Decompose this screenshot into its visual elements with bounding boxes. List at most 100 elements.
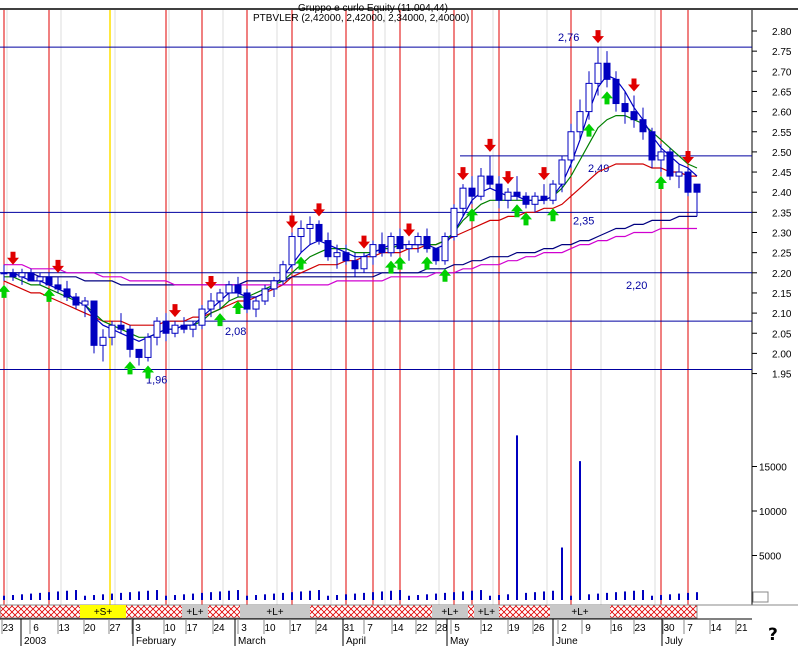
candle-body [90, 300, 98, 346]
candle-body [387, 236, 395, 254]
candle-body [369, 244, 377, 258]
candle-body [126, 328, 134, 350]
candle-body [684, 171, 692, 193]
price-tick-label: 2.50 [772, 148, 792, 159]
candle-body [657, 151, 665, 161]
day-tick-label: 14 [710, 623, 722, 634]
candle-body [630, 111, 638, 121]
day-tick-label: 26 [533, 623, 545, 634]
candle-body [549, 183, 557, 201]
candle-body [63, 288, 71, 298]
price-tick-label: 2.55 [772, 128, 792, 139]
help-icon[interactable]: ? [768, 625, 778, 645]
candle-body [675, 171, 683, 177]
price-tick-label: 2.00 [772, 349, 792, 360]
candle-body [279, 264, 287, 282]
candle-body [621, 103, 629, 113]
day-tick-label: 10 [164, 623, 176, 634]
signal-segment-label: +L+ [571, 607, 588, 618]
price-tick-label: 1.95 [772, 370, 792, 381]
sell-signal-arrow [457, 167, 469, 181]
candle-body [351, 260, 359, 270]
buy-signal-arrow [421, 256, 433, 270]
candle-body [261, 288, 269, 302]
sell-signal-arrow [592, 30, 604, 44]
sell-signal-arrow [7, 251, 19, 265]
sell-signal-arrow [502, 171, 514, 185]
candle-body [693, 183, 701, 193]
candle-body [477, 175, 485, 197]
candle-body [153, 320, 161, 338]
sell-signal-arrow [313, 203, 325, 217]
price-tick-label: 2.60 [772, 108, 792, 119]
price-tick-label: 2.25 [772, 249, 792, 260]
buy-signal-arrow [124, 361, 136, 375]
day-tick-label: 17 [186, 623, 198, 634]
candle-body [648, 131, 656, 161]
sell-signal-arrow [403, 223, 415, 237]
month-label: March [238, 636, 266, 647]
candle-body [522, 195, 530, 205]
volume-tick-label: 15000 [759, 463, 787, 474]
candle-body [171, 324, 179, 334]
candle-body [225, 284, 233, 294]
sell-signal-arrow [358, 235, 370, 249]
day-tick-label: 17 [290, 623, 302, 634]
candle-body [27, 272, 35, 282]
signal-segment-label: +L+ [186, 607, 203, 618]
candle-body [18, 272, 26, 278]
candle-body [504, 191, 512, 201]
candle-body [558, 159, 566, 185]
moving-average-line [3, 163, 697, 326]
price-tick-label: 2.80 [772, 27, 792, 38]
sell-signal-arrow [682, 151, 694, 165]
candle-body [162, 320, 170, 334]
signal-segment-label: +L+ [266, 607, 283, 618]
candle-body [414, 236, 422, 246]
day-tick-label: 10 [264, 623, 276, 634]
sell-signal-arrow [628, 78, 640, 92]
candle-body [468, 187, 476, 197]
day-tick-label: 14 [392, 623, 404, 634]
price-tick-label: 2.40 [772, 188, 792, 199]
day-tick-label: 6 [33, 623, 39, 634]
month-label: April [346, 636, 366, 647]
volume-tick-label: 10000 [759, 507, 787, 518]
signal-segment-label: +L+ [478, 607, 495, 618]
candle-body [594, 62, 602, 84]
buy-signal-arrow [394, 256, 406, 270]
candle-body [342, 252, 350, 262]
candle-body [288, 236, 296, 266]
buy-signal-arrow [547, 208, 559, 222]
volume-tick-label: 5000 [759, 552, 782, 563]
signal-segment-label: +S+ [94, 607, 113, 618]
day-tick-label: 19 [508, 623, 520, 634]
candle-body [405, 244, 413, 250]
candle-body [99, 336, 107, 346]
price-tick-label: 2.35 [772, 208, 792, 219]
price-tick-label: 2.15 [772, 289, 792, 300]
candle-body [333, 252, 341, 258]
chart-container: 2.80 2.75 2.70 2.65 2.60 2.55 2.50 2.45 2.40 2.35… [0, 0, 798, 647]
candle-body [360, 256, 368, 270]
candle-body [432, 248, 440, 262]
candle-body [180, 324, 188, 330]
month-label: June [556, 636, 578, 647]
candle-body [513, 191, 521, 197]
candle-body [666, 151, 674, 177]
price-tick-label: 2.65 [772, 87, 792, 98]
candle-body [108, 324, 116, 338]
buy-signal-arrow [511, 204, 523, 218]
candle-body [459, 187, 467, 209]
candle-body [540, 195, 548, 201]
day-tick-label: 24 [213, 623, 225, 634]
price-tick-label: 2.75 [772, 47, 792, 58]
level-label: 2,35 [573, 215, 594, 227]
candle-body [576, 111, 584, 133]
candle-body [486, 175, 494, 185]
price-tick-label: 2.10 [772, 309, 792, 320]
candle-body [441, 236, 449, 262]
level-label: 2,20 [626, 280, 647, 292]
day-tick-label: 23 [634, 623, 646, 634]
candle-body [531, 195, 539, 205]
